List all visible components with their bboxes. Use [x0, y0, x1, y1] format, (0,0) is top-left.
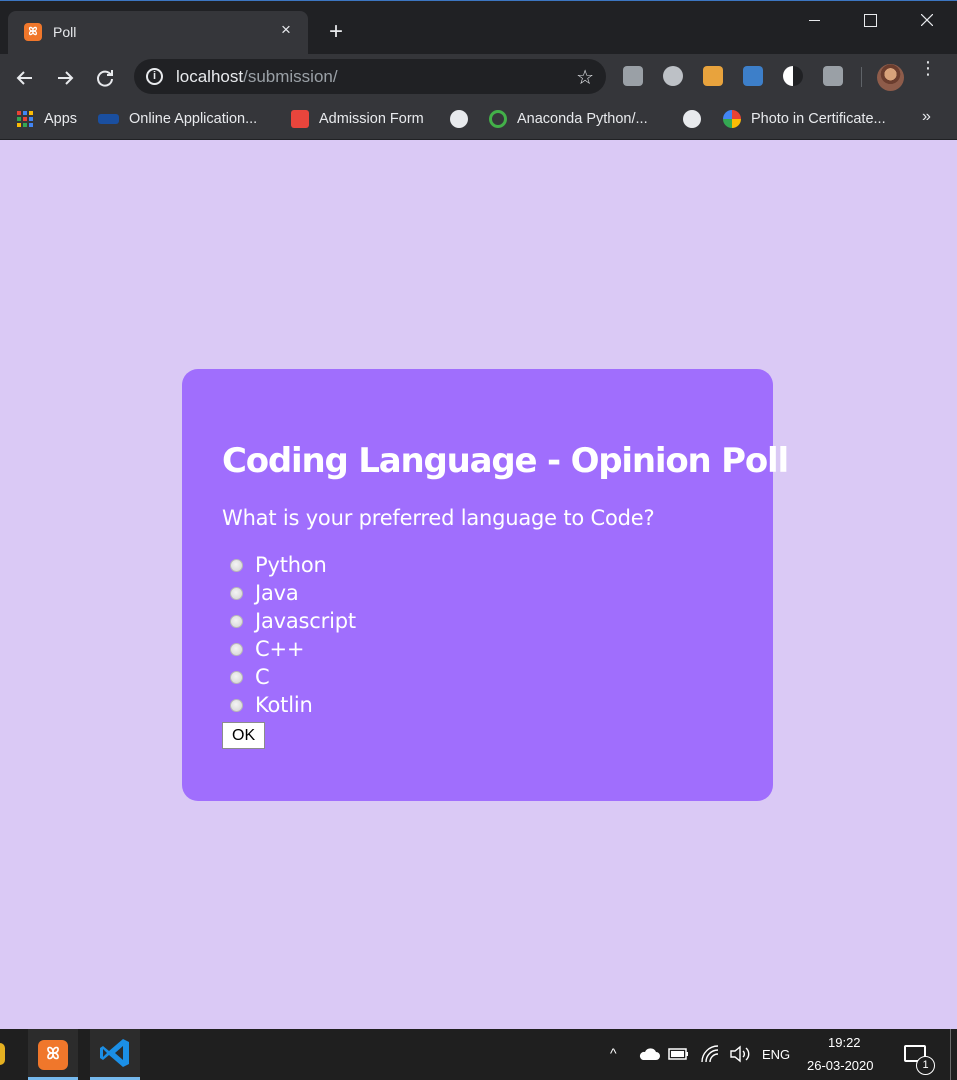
battery-icon[interactable] [668, 1047, 690, 1061]
vscode-icon [100, 1039, 129, 1067]
option-label: C [255, 665, 270, 689]
bookmark-anaconda[interactable]: Anaconda Python/... [489, 108, 648, 130]
page-viewport: Coding Language - Opinion Poll What is y… [0, 141, 957, 1029]
poll-title: Coding Language - Opinion Poll [222, 441, 789, 481]
windows-taskbar: ꕤ ^ ENG 19:22 26-03-2020 1 [0, 1029, 957, 1080]
radio-button[interactable] [230, 558, 243, 572]
radio-button[interactable] [230, 698, 243, 712]
dark-mode-extension-icon[interactable] [783, 66, 803, 86]
address-bar[interactable]: i localhost/submission/ ☆ [134, 59, 606, 94]
notification-badge: 1 [916, 1056, 935, 1075]
browser-toolbar: i localhost/submission/ ☆ ⋮ [0, 54, 957, 100]
menu-kebab-icon[interactable]: ⋮ [918, 59, 938, 77]
bookmark-label: Online Application... [129, 111, 258, 127]
url-host: localhost [176, 67, 244, 86]
close-window-button[interactable] [899, 1, 955, 39]
reload-icon [97, 70, 113, 87]
option-label: Python [255, 553, 327, 577]
browser-titlebar: ꕤ Poll × + [0, 0, 957, 55]
apps-grid-icon [16, 110, 34, 128]
taskbar-vscode[interactable] [90, 1029, 140, 1080]
arrow-right-icon [58, 71, 74, 85]
anaconda-icon [489, 110, 507, 128]
radio-button[interactable] [230, 614, 243, 628]
bookmark-label: Anaconda Python/... [517, 111, 648, 127]
screen-extension-icon[interactable] [743, 66, 763, 86]
show-desktop-button[interactable] [950, 1029, 951, 1080]
back-button[interactable] [11, 64, 39, 92]
browser-tab[interactable]: ꕤ Poll × [8, 11, 308, 55]
option-label: Javascript [255, 609, 356, 633]
poll-options: Python Java Javascript C++ C Kotlin [222, 551, 733, 719]
tray-overflow-chevron-icon[interactable]: ^ [610, 1045, 617, 1080]
globe-icon [450, 110, 468, 128]
radio-button[interactable] [230, 642, 243, 656]
url-text[interactable]: localhost/submission/ [176, 67, 338, 87]
wifi-icon[interactable] [700, 1044, 720, 1064]
option-python[interactable]: Python [222, 551, 733, 579]
new-tab-button[interactable]: + [322, 19, 350, 47]
option-label: Kotlin [255, 693, 313, 717]
url-path: /submission/ [243, 67, 338, 86]
onedrive-cloud-icon[interactable] [638, 1046, 660, 1062]
bookmark-apps[interactable]: Apps [16, 108, 77, 130]
bookmark-star-icon[interactable]: ☆ [576, 65, 594, 90]
lightbulb-extension-icon[interactable] [623, 66, 643, 86]
bookmark-label: Photo in Certificate... [751, 111, 886, 127]
option-cpp[interactable]: C++ [222, 635, 733, 663]
info-icon[interactable]: i [146, 68, 163, 85]
bookmark-online-application[interactable]: Online Application... [98, 108, 257, 130]
arrow-left-icon [16, 71, 32, 85]
bookmarks-overflow-icon[interactable]: » [922, 108, 931, 126]
word-extension-icon[interactable] [703, 66, 723, 86]
close-icon [921, 14, 933, 26]
option-kotlin[interactable]: Kotlin [222, 691, 733, 719]
close-tab-icon[interactable]: × [276, 20, 296, 40]
radio-button[interactable] [230, 586, 243, 600]
bookmark-globe-1[interactable] [450, 108, 468, 130]
ok-button[interactable]: OK [222, 722, 266, 749]
bookmark-label: Admission Form [319, 111, 424, 127]
maximize-button[interactable] [842, 1, 898, 39]
bookmark-photo-certificate[interactable]: Photo in Certificate... [723, 108, 886, 130]
sap-icon [98, 114, 119, 124]
poll-question: What is your preferred language to Code? [222, 506, 655, 530]
camera-extension-icon[interactable] [663, 66, 683, 86]
toolbar-divider [861, 67, 862, 87]
option-label: C++ [255, 637, 305, 661]
option-javascript[interactable]: Javascript [222, 607, 733, 635]
bookmark-label: Apps [44, 111, 78, 127]
start-app-icon[interactable] [0, 1043, 5, 1065]
option-java[interactable]: Java [222, 579, 733, 607]
volume-icon[interactable] [729, 1045, 751, 1063]
lightbulb-icon [291, 110, 309, 128]
xampp-icon: ꕤ [38, 1040, 68, 1070]
language-indicator[interactable]: ENG [762, 1047, 790, 1080]
bookmark-globe-2[interactable] [683, 108, 701, 130]
clock-date[interactable]: 26-03-2020 [807, 1058, 874, 1080]
profile-avatar[interactable] [877, 64, 904, 91]
radio-button[interactable] [230, 670, 243, 684]
bookmark-admission-form[interactable]: Admission Form [291, 108, 424, 130]
xampp-icon: ꕤ [24, 23, 42, 41]
option-c[interactable]: C [222, 663, 733, 691]
option-label: Java [255, 581, 299, 605]
pinwheel-icon [723, 110, 741, 128]
minimize-button[interactable] [786, 1, 842, 39]
poll-card: Coding Language - Opinion Poll What is y… [182, 369, 789, 801]
taskbar-xampp[interactable]: ꕤ [28, 1029, 78, 1080]
reload-button[interactable] [91, 64, 119, 92]
tab-title: Poll [53, 24, 77, 40]
globe-icon [683, 110, 701, 128]
forward-button[interactable] [51, 64, 79, 92]
bookmarks-bar: Apps Online Application... Admission For… [0, 100, 957, 140]
h-extension-icon[interactable] [823, 66, 843, 86]
